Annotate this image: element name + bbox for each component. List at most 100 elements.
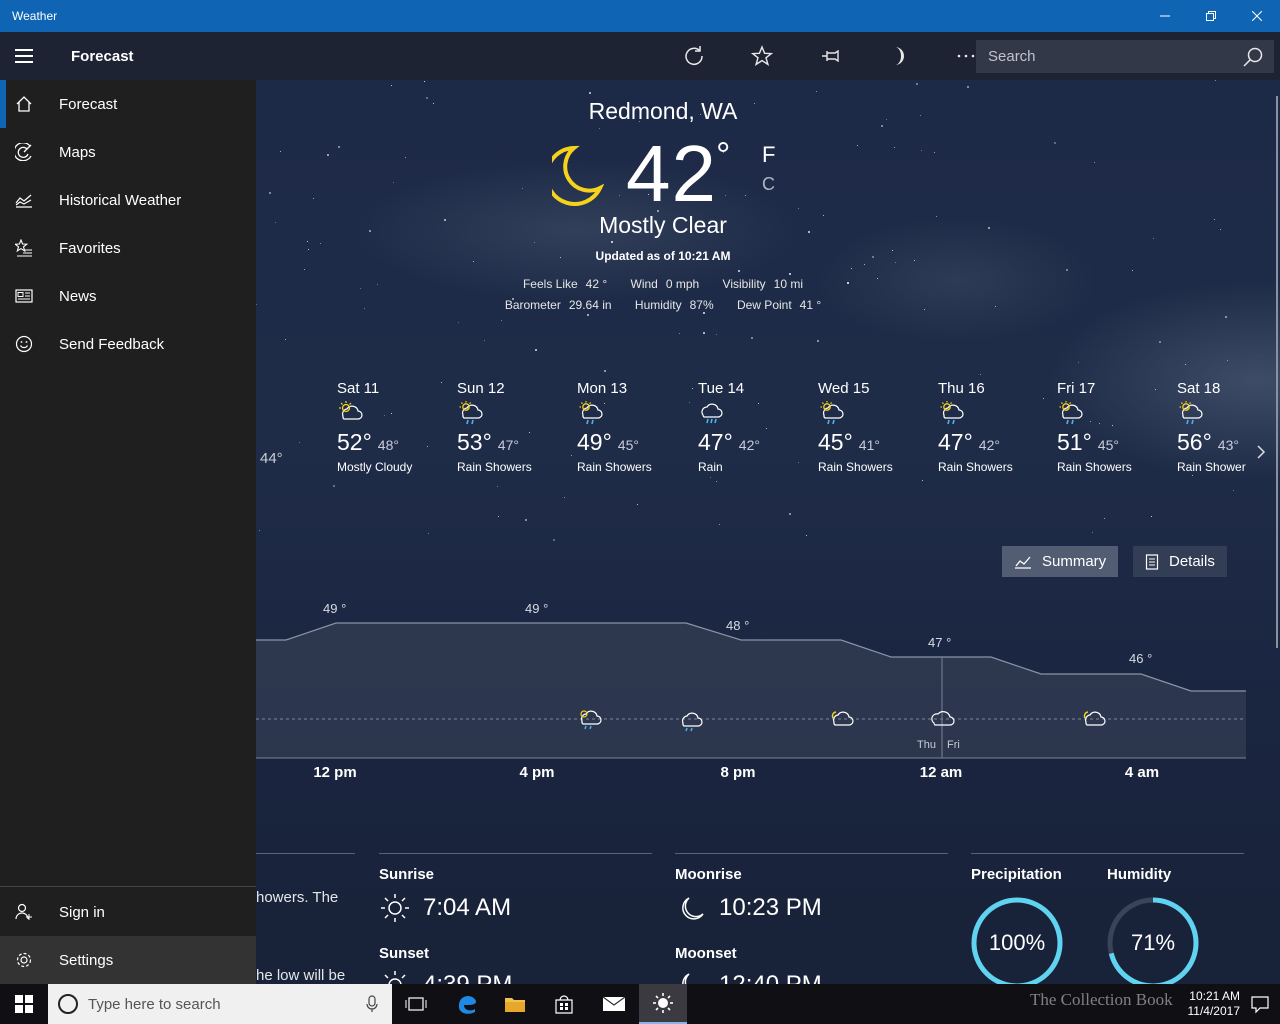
- search-input[interactable]: [988, 48, 1242, 65]
- day-forecast-card[interactable]: Wed 15 45° 41° Rain Showers: [818, 380, 938, 474]
- day-forecast-card[interactable]: Tue 14 47° 42° Rain: [698, 380, 818, 474]
- taskbar-search[interactable]: Type here to search: [48, 984, 392, 1024]
- location-name: Redmond, WA: [588, 98, 738, 124]
- day-name: Thu 16: [938, 380, 985, 397]
- nav-label: Settings: [59, 951, 114, 969]
- document-icon: [1145, 553, 1159, 570]
- star-dot: [604, 370, 606, 372]
- star-dot: [679, 333, 680, 334]
- star-dot: [259, 530, 260, 531]
- humidity-value: 87%: [689, 298, 714, 312]
- star-dot: [535, 349, 537, 351]
- day-low: 48°: [377, 437, 399, 453]
- moonset-row: 12:40 PM: [677, 970, 877, 984]
- nav-item-favorites[interactable]: Favorites: [0, 224, 256, 272]
- night-mode-button[interactable]: [864, 32, 932, 80]
- moonrise-value: 10:23 PM: [719, 894, 822, 921]
- edge-taskbar-button[interactable]: [443, 984, 491, 1024]
- nav-item-forecast[interactable]: Forecast: [0, 80, 256, 128]
- hamburger-menu-button[interactable]: [0, 32, 48, 80]
- day-forecast-card[interactable]: Fri 17 51° 45° Rain Showers: [1057, 380, 1177, 474]
- star-dot: [589, 92, 591, 94]
- nav-item-send-feedback[interactable]: Send Feedback: [0, 320, 256, 368]
- notifications-icon[interactable]: [1250, 994, 1270, 1014]
- refresh-button[interactable]: [660, 32, 728, 80]
- star-dot: [1159, 341, 1161, 343]
- day-name: Sun 12: [457, 380, 505, 397]
- day-high: 56°: [1177, 429, 1212, 455]
- hourly-temp-label: 46 °: [1129, 651, 1153, 666]
- nav-item-news[interactable]: News: [0, 272, 256, 320]
- day-condition: Rain Showers: [818, 460, 893, 474]
- star-dot: [1215, 80, 1216, 81]
- weather-taskbar-button[interactable]: [639, 984, 687, 1024]
- moonset-value: 12:40 PM: [719, 971, 822, 984]
- feels-like-value: 42 °: [585, 277, 608, 291]
- navigation-pane: Forecast Maps Historical Weather Favorit…: [0, 80, 256, 984]
- cortana-icon: [58, 994, 78, 1014]
- star-dot: [458, 322, 459, 323]
- nav-item-maps[interactable]: Maps: [0, 128, 256, 176]
- day-forecast-card[interactable]: Sun 12 53° 47° Rain Showers: [457, 380, 577, 474]
- day-summary-line: he low will be: [256, 967, 346, 984]
- person-add-icon: [15, 903, 32, 920]
- details-toggle[interactable]: Details: [1133, 546, 1227, 577]
- next-days-button[interactable]: [1256, 444, 1266, 465]
- star-dot: [1225, 316, 1227, 318]
- day-name: Sat 18: [1177, 380, 1221, 397]
- star-dot: [1132, 270, 1133, 271]
- mail-taskbar-button[interactable]: [590, 984, 638, 1024]
- sunset-icon: [384, 971, 406, 984]
- favorite-button[interactable]: [728, 32, 796, 80]
- star-dot: [304, 269, 305, 270]
- pin-button[interactable]: [796, 32, 864, 80]
- summary-label: Summary: [1042, 553, 1107, 570]
- day-condition: Rain Showers: [457, 460, 532, 474]
- day-forecast-card[interactable]: Thu 16 47° 42° Rain Showers: [938, 380, 1058, 474]
- hourly-temp-label: 49 °: [525, 601, 549, 616]
- star-dot: [484, 340, 485, 341]
- start-button[interactable]: [0, 984, 48, 1024]
- unit-fahrenheit[interactable]: F: [762, 142, 775, 168]
- windows-logo-icon: [15, 995, 33, 1013]
- nav-item-historical-weather[interactable]: Historical Weather: [0, 176, 256, 224]
- restore-button[interactable]: [1188, 0, 1234, 32]
- unit-celsius[interactable]: C: [762, 174, 775, 195]
- sun-rain-icon: [459, 401, 483, 425]
- close-button[interactable]: [1234, 0, 1280, 32]
- visibility-value: 10 mi: [773, 277, 804, 291]
- day-condition: Rain: [698, 460, 723, 474]
- star-dot: [789, 513, 791, 515]
- star-dot: [619, 195, 620, 196]
- nav-item-sign-in[interactable]: Sign in: [0, 888, 256, 936]
- star-dot: [534, 242, 535, 243]
- vertical-scrollbar[interactable]: [1276, 96, 1278, 648]
- system-clock[interactable]: 10:21 AM 11/4/2017: [1188, 989, 1241, 1019]
- store-taskbar-button[interactable]: [540, 984, 588, 1024]
- nav-label: Favorites: [59, 239, 121, 257]
- sunrise-value: 7:04 AM: [423, 894, 512, 921]
- minimize-button[interactable]: [1142, 0, 1188, 32]
- star-dot: [725, 195, 726, 196]
- summary-toggle[interactable]: Summary: [1002, 546, 1119, 577]
- day-forecast-card[interactable]: Sat 11 52° 48° Mostly Cloudy: [337, 380, 457, 474]
- partly-cloudy-icon: [1083, 711, 1106, 726]
- day-forecast-card[interactable]: Mon 13 49° 45° Rain Showers: [577, 380, 697, 474]
- partly-cloudy-icon: [339, 401, 363, 420]
- star-dot: [525, 519, 527, 521]
- pane-divider: [0, 886, 256, 887]
- humidity-detail-value: 71%: [1130, 930, 1176, 955]
- nav-item-settings[interactable]: Settings: [0, 936, 256, 984]
- day-low: 47°: [497, 437, 519, 453]
- pin-icon: [822, 49, 839, 63]
- task-view-button[interactable]: [392, 984, 440, 1024]
- details-label: Details: [1169, 553, 1215, 570]
- file-explorer-taskbar-button[interactable]: [491, 984, 539, 1024]
- search-icon[interactable]: [1242, 46, 1264, 68]
- visibility-label: Visibility: [722, 277, 766, 291]
- day-low: 43°: [1217, 437, 1239, 453]
- day-name: Wed 15: [818, 380, 870, 397]
- nav-label: Send Feedback: [59, 335, 165, 353]
- search-box[interactable]: [976, 40, 1274, 73]
- microphone-icon[interactable]: [366, 995, 378, 1013]
